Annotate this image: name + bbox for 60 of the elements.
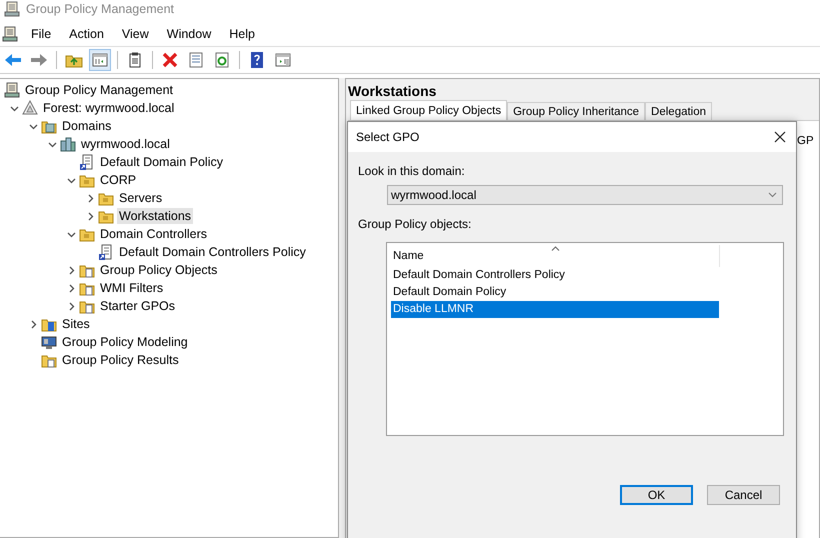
tree-item[interactable]: Starter GPOs bbox=[98, 298, 178, 314]
sort-caret-icon bbox=[551, 246, 560, 251]
menu-item[interactable]: Window bbox=[158, 27, 220, 41]
dialog-title: Select GPO bbox=[356, 130, 420, 144]
collapse-chevron-icon[interactable] bbox=[10, 104, 19, 112]
expand-chevron-icon[interactable] bbox=[67, 266, 76, 274]
collapse-chevron-icon[interactable] bbox=[29, 122, 38, 130]
tree-item[interactable]: Group Policy Results bbox=[60, 352, 181, 368]
pane-title: Workstations bbox=[347, 82, 438, 100]
linked-document-icon bbox=[79, 154, 95, 170]
close-icon[interactable] bbox=[774, 131, 786, 143]
app-menu-icon[interactable] bbox=[2, 26, 18, 42]
linked-document-icon bbox=[98, 244, 114, 260]
domain-dropdown[interactable]: wyrmwood.local bbox=[387, 185, 783, 205]
cancel-button[interactable]: Cancel bbox=[707, 485, 780, 505]
tree-item[interactable]: Servers bbox=[117, 190, 164, 206]
menu-item[interactable]: View bbox=[112, 27, 158, 41]
expand-chevron-icon[interactable] bbox=[29, 320, 38, 328]
dropdown-caret-icon bbox=[768, 192, 777, 198]
tree-item[interactable]: Default Domain Policy bbox=[98, 154, 225, 170]
tree-item[interactable]: Domains bbox=[60, 118, 114, 134]
tree-item[interactable]: Domain Controllers bbox=[98, 226, 209, 242]
console-tree-icon[interactable] bbox=[89, 49, 111, 71]
tree-item[interactable]: Forest: wyrmwood.local bbox=[41, 100, 176, 116]
tab[interactable]: Group Policy Inheritance bbox=[507, 102, 646, 120]
tab[interactable]: Delegation bbox=[645, 102, 712, 120]
tree-item[interactable]: Group Policy Management bbox=[23, 82, 175, 98]
menu-item[interactable]: File bbox=[22, 27, 60, 41]
list-row[interactable]: Disable LLMNR bbox=[391, 301, 719, 318]
collapse-chevron-icon[interactable] bbox=[67, 230, 76, 238]
field-label: Look in this domain: bbox=[358, 164, 466, 178]
console-icon bbox=[4, 82, 20, 98]
expand-chevron-icon[interactable] bbox=[86, 194, 95, 202]
tree-item[interactable]: Sites bbox=[60, 316, 92, 332]
window-title: Group Policy Management bbox=[26, 2, 174, 16]
tab[interactable]: Linked Group Policy Objects bbox=[350, 100, 508, 120]
ok-button[interactable]: OK bbox=[620, 485, 693, 505]
field-label: Group Policy objects: bbox=[358, 217, 472, 231]
collapse-chevron-icon[interactable] bbox=[67, 176, 76, 184]
list-row[interactable]: Default Domain Controllers Policy bbox=[391, 267, 719, 284]
collapse-chevron-icon[interactable] bbox=[48, 140, 57, 148]
buildings-icon bbox=[60, 136, 76, 152]
column-header[interactable]: Name bbox=[391, 250, 424, 262]
expand-chevron-icon[interactable] bbox=[86, 212, 95, 220]
tree-item[interactable]: Workstations bbox=[117, 208, 194, 224]
column-header: GP bbox=[797, 135, 814, 147]
expand-chevron-icon[interactable] bbox=[67, 302, 76, 310]
tree-item[interactable]: CORP bbox=[98, 172, 138, 188]
tree-item[interactable]: wyrmwood.local bbox=[79, 136, 172, 152]
tree-item[interactable]: WMI Filters bbox=[98, 280, 166, 296]
tree-item[interactable]: Group Policy Objects bbox=[98, 262, 220, 278]
computer-icon bbox=[41, 334, 57, 350]
app-icon bbox=[4, 1, 20, 17]
tree-item[interactable]: Group Policy Modeling bbox=[60, 334, 190, 350]
menu-item[interactable]: Action bbox=[60, 27, 113, 41]
menu-item[interactable]: Help bbox=[220, 27, 264, 41]
tree-item[interactable]: Default Domain Controllers Policy bbox=[117, 244, 308, 260]
expand-chevron-icon[interactable] bbox=[67, 284, 76, 292]
list-row[interactable]: Default Domain Policy bbox=[391, 284, 719, 301]
triangle-icon bbox=[22, 100, 38, 116]
